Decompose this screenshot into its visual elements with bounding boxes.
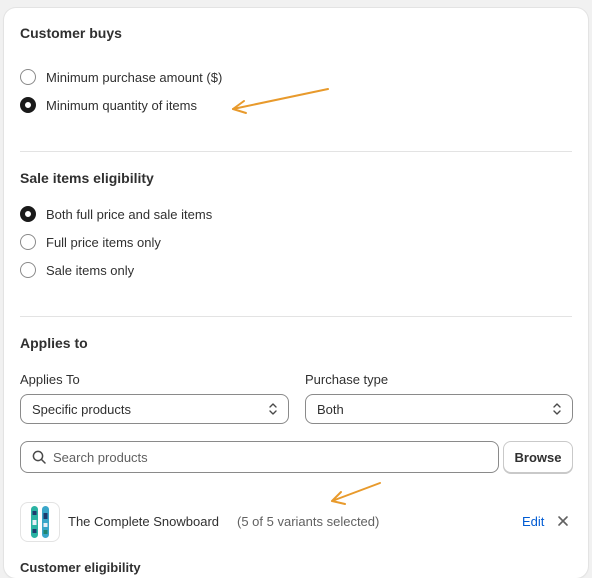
applies-to-label: Applies To: [20, 372, 80, 387]
section-divider: [20, 151, 572, 152]
applies-to-select[interactable]: Specific products: [20, 394, 289, 424]
radio-unchecked-icon[interactable]: [20, 234, 36, 250]
applies-to-title: Applies to: [20, 335, 88, 351]
product-name: The Complete Snowboard: [68, 514, 220, 529]
remove-product-close-icon[interactable]: [557, 515, 569, 527]
search-products-input[interactable]: [53, 449, 473, 465]
radio-both-full-and-sale[interactable]: Both full price and sale items: [20, 204, 212, 224]
purchase-type-value: Both: [317, 401, 344, 417]
radio-label: Both full price and sale items: [46, 206, 213, 222]
radio-minimum-purchase-amount[interactable]: Minimum purchase amount ($): [20, 67, 222, 87]
applies-to-value: Specific products: [32, 401, 131, 417]
radio-label: Sale items only: [46, 262, 135, 278]
purchase-type-select[interactable]: Both: [305, 394, 573, 424]
product-variant-count: (5 of 5 variants selected): [237, 514, 380, 529]
radio-label: Full price items only: [46, 234, 161, 250]
snowboard-image-icon: [31, 506, 49, 538]
select-chevron-icon: [269, 403, 277, 415]
radio-label: Minimum quantity of items: [46, 97, 197, 113]
purchase-type-label: Purchase type: [305, 372, 389, 387]
radio-label: Minimum purchase amount ($): [46, 69, 223, 85]
radio-checked-icon[interactable]: [20, 97, 36, 113]
search-products-field[interactable]: [20, 441, 499, 473]
select-chevron-icon: [553, 403, 561, 415]
search-icon: [32, 450, 46, 464]
product-thumbnail: [20, 502, 60, 542]
customer-buys-title: Customer buys: [20, 25, 122, 41]
section-divider: [20, 316, 572, 317]
discount-settings-card: Customer buys Minimum purchase amount ($…: [4, 8, 588, 578]
radio-unchecked-icon[interactable]: [20, 262, 36, 278]
browse-button[interactable]: Browse: [503, 441, 573, 473]
radio-unchecked-icon[interactable]: [20, 69, 36, 85]
radio-minimum-quantity-items[interactable]: Minimum quantity of items: [20, 95, 197, 115]
edit-product-link[interactable]: Edit: [522, 514, 544, 529]
customer-eligibility-title: Customer eligibility: [20, 560, 141, 575]
sale-items-eligibility-title: Sale items eligibility: [20, 170, 154, 186]
radio-full-price-only[interactable]: Full price items only: [20, 232, 161, 252]
radio-sale-items-only[interactable]: Sale items only: [20, 260, 134, 280]
radio-checked-icon[interactable]: [20, 206, 36, 222]
